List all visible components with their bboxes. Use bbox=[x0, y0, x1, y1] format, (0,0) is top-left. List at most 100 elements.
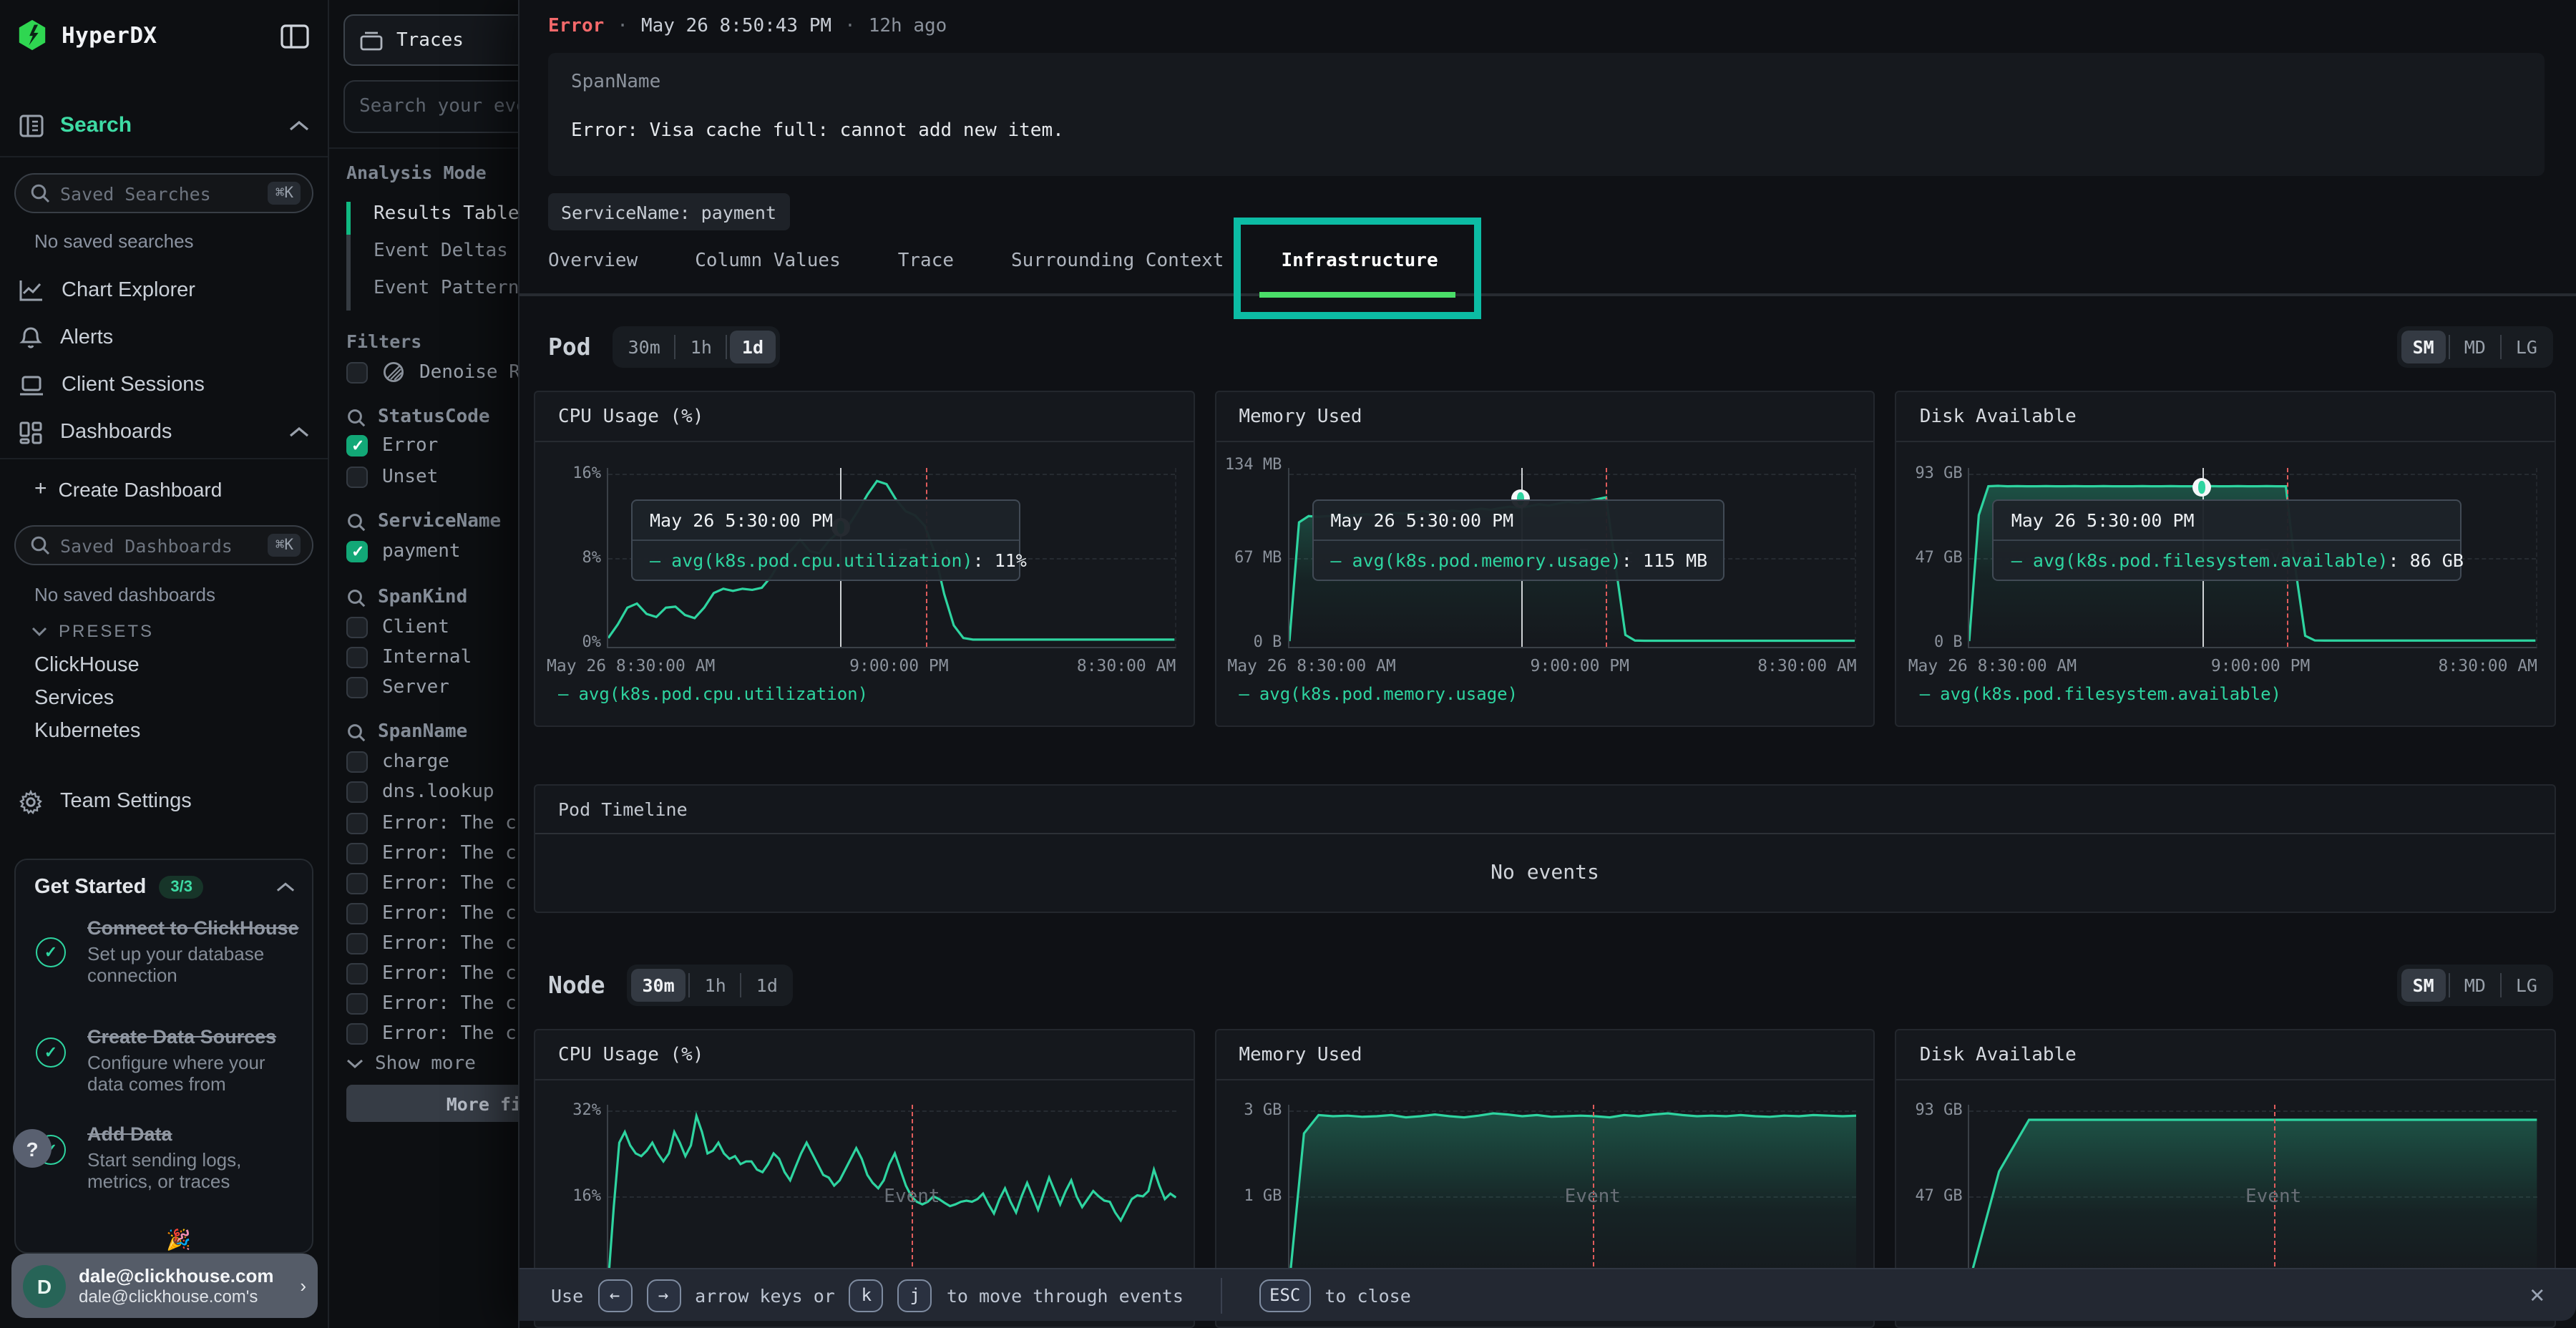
tab-overview[interactable]: Overview bbox=[548, 228, 638, 295]
sidebar-item-search[interactable]: Search bbox=[0, 94, 328, 157]
checkbox[interactable] bbox=[346, 903, 368, 924]
facet-statuscode[interactable]: StatusCode bbox=[346, 406, 490, 428]
checkbox[interactable] bbox=[346, 751, 368, 773]
sidebar-item-client-sessions[interactable]: Client Sessions bbox=[0, 363, 328, 406]
filter-option-error-span[interactable]: Error: The cr bbox=[346, 903, 518, 924]
tab-column-values[interactable]: Column Values bbox=[695, 228, 841, 295]
help-button[interactable]: ? bbox=[13, 1129, 52, 1168]
user-menu[interactable]: D dale@clickhouse.com dale@clickhouse.co… bbox=[11, 1254, 318, 1318]
get-started-step-1[interactable]: ✓ Connect to ClickHouse Set up your data… bbox=[33, 917, 301, 987]
filter-option-dns-lookup[interactable]: dns.lookup bbox=[346, 781, 494, 803]
show-more-toggle[interactable]: Show more bbox=[346, 1053, 476, 1075]
range-30m[interactable]: 30m bbox=[617, 331, 672, 363]
filter-option-error-span[interactable]: Error: The cr bbox=[346, 843, 518, 864]
preset-kubernetes[interactable]: Kubernetes bbox=[34, 720, 140, 743]
filter-option-internal[interactable]: Internal bbox=[346, 647, 472, 668]
saved-dashboards-input[interactable]: ⌘K bbox=[14, 525, 313, 565]
analysis-mode-event-patterns[interactable]: Event Patterns bbox=[374, 278, 518, 299]
create-dashboard-button[interactable]: + Create Dashboard bbox=[34, 477, 222, 501]
checkbox[interactable] bbox=[346, 467, 368, 488]
size-md[interactable]: MD bbox=[2453, 331, 2497, 363]
filter-option-error-span[interactable]: Error: The cr bbox=[346, 993, 518, 1015]
event-search-input[interactable] bbox=[343, 80, 518, 133]
facet-spankind[interactable]: SpanKind bbox=[346, 587, 467, 608]
event-search-field[interactable] bbox=[359, 96, 518, 117]
filter-option-error-span[interactable]: Error: The cr bbox=[346, 963, 518, 985]
get-started-step-3[interactable]: ✓ Add Data Start sending logs, metrics, … bbox=[33, 1123, 301, 1193]
checkbox[interactable] bbox=[346, 677, 368, 698]
close-icon[interactable]: ✕ bbox=[2530, 1281, 2545, 1309]
source-select[interactable]: Traces bbox=[343, 14, 518, 66]
service-name-chip[interactable]: ServiceName: payment bbox=[548, 193, 789, 230]
pod-disk-plot[interactable]: Event May 26 5:30:00 PM — avg(k8s.pod.fi… bbox=[1968, 468, 2537, 648]
facet-spanname[interactable]: SpanName bbox=[346, 721, 467, 743]
facet-servicename[interactable]: ServiceName bbox=[346, 511, 501, 532]
filter-option-error[interactable]: Error bbox=[346, 435, 438, 456]
filter-option-unset[interactable]: Unset bbox=[346, 467, 438, 488]
size-sm[interactable]: SM bbox=[2401, 331, 2446, 363]
sidebar-item-chart-explorer[interactable]: Chart Explorer bbox=[0, 269, 328, 312]
checkbox[interactable] bbox=[346, 647, 368, 668]
app-logo[interactable]: HyperDX bbox=[16, 19, 157, 52]
filter-option-error-span[interactable]: Error: The cr bbox=[346, 873, 518, 894]
checkbox-checked[interactable] bbox=[346, 435, 368, 456]
size-md[interactable]: MD bbox=[2453, 969, 2497, 1002]
checkbox-checked[interactable] bbox=[346, 541, 368, 562]
range-1h[interactable]: 1h bbox=[693, 969, 738, 1002]
sidebar-collapse-icon[interactable] bbox=[280, 24, 309, 49]
filter-option-server[interactable]: Server bbox=[346, 677, 449, 698]
node-disk-plot[interactable]: Event bbox=[1968, 1105, 2537, 1288]
sidebar-item-alerts[interactable]: Alerts bbox=[0, 316, 328, 359]
tab-trace[interactable]: Trace bbox=[898, 228, 954, 295]
denoise-checkbox-row[interactable]: Denoise Results bbox=[346, 361, 518, 384]
filter-option-error-span[interactable]: Error: The cr bbox=[346, 1023, 518, 1045]
checkbox[interactable] bbox=[346, 993, 368, 1015]
checkbox[interactable] bbox=[346, 781, 368, 803]
node-cpu-plot[interactable]: Event bbox=[607, 1105, 1176, 1288]
esc-key[interactable]: ESC bbox=[1259, 1279, 1310, 1312]
saved-dashboards-field[interactable] bbox=[60, 534, 268, 556]
tab-surrounding-context[interactable]: Surrounding Context bbox=[1011, 228, 1224, 295]
get-started-step-2[interactable]: ✓ Create Data Sources Configure where yo… bbox=[33, 1026, 301, 1095]
presets-toggle[interactable]: PRESETS bbox=[31, 621, 154, 641]
checkbox[interactable] bbox=[346, 1023, 368, 1045]
size-sm[interactable]: SM bbox=[2401, 969, 2446, 1002]
range-30m[interactable]: 30m bbox=[631, 969, 686, 1002]
checkbox[interactable] bbox=[346, 361, 368, 383]
more-filters-button[interactable]: More filters bbox=[346, 1085, 518, 1122]
checkbox[interactable] bbox=[346, 963, 368, 985]
filter-option-error-span[interactable]: Error: The cr bbox=[346, 933, 518, 954]
arrow-right-key[interactable]: → bbox=[646, 1279, 680, 1312]
chevron-up-icon[interactable] bbox=[276, 882, 295, 893]
sidebar-item-team-settings[interactable]: Team Settings bbox=[0, 780, 328, 823]
saved-searches-input[interactable]: ⌘K bbox=[14, 173, 313, 213]
node-memory-plot[interactable]: Event bbox=[1287, 1105, 1856, 1288]
saved-searches-field[interactable] bbox=[60, 182, 268, 204]
k-key[interactable]: k bbox=[849, 1279, 884, 1312]
checkbox[interactable] bbox=[346, 843, 368, 864]
analysis-mode-results-table[interactable]: Results Table bbox=[374, 203, 518, 225]
filter-option-charge[interactable]: charge bbox=[346, 751, 449, 773]
j-key[interactable]: j bbox=[898, 1279, 932, 1312]
checkbox[interactable] bbox=[346, 873, 368, 894]
sidebar-item-dashboards[interactable]: Dashboards bbox=[0, 411, 328, 454]
range-1h[interactable]: 1h bbox=[679, 331, 723, 363]
checkbox[interactable] bbox=[346, 813, 368, 834]
size-lg[interactable]: LG bbox=[2504, 969, 2549, 1002]
pod-cpu-plot[interactable]: Event May 26 5:30:00 PM — avg(k8s.pod.cp… bbox=[607, 468, 1176, 648]
size-lg[interactable]: LG bbox=[2504, 331, 2549, 363]
chevron-up-icon[interactable] bbox=[289, 119, 309, 131]
filter-option-payment[interactable]: payment bbox=[346, 541, 461, 562]
checkbox[interactable] bbox=[346, 933, 368, 954]
preset-clickhouse[interactable]: ClickHouse bbox=[34, 654, 140, 677]
filter-option-client[interactable]: Client bbox=[346, 617, 449, 638]
pod-memory-plot[interactable]: Event May 26 5:30:00 PM — avg(k8s.pod.me… bbox=[1287, 468, 1856, 648]
preset-services[interactable]: Services bbox=[34, 687, 114, 710]
range-1d[interactable]: 1d bbox=[731, 331, 775, 363]
analysis-mode-event-deltas[interactable]: Event Deltas bbox=[374, 240, 508, 262]
checkbox[interactable] bbox=[346, 617, 368, 638]
filter-option-error-span[interactable]: Error: The cr bbox=[346, 813, 518, 834]
tab-infrastructure[interactable]: Infrastructure bbox=[1281, 228, 1438, 295]
arrow-left-key[interactable]: ← bbox=[597, 1279, 632, 1312]
range-1d[interactable]: 1d bbox=[745, 969, 789, 1002]
